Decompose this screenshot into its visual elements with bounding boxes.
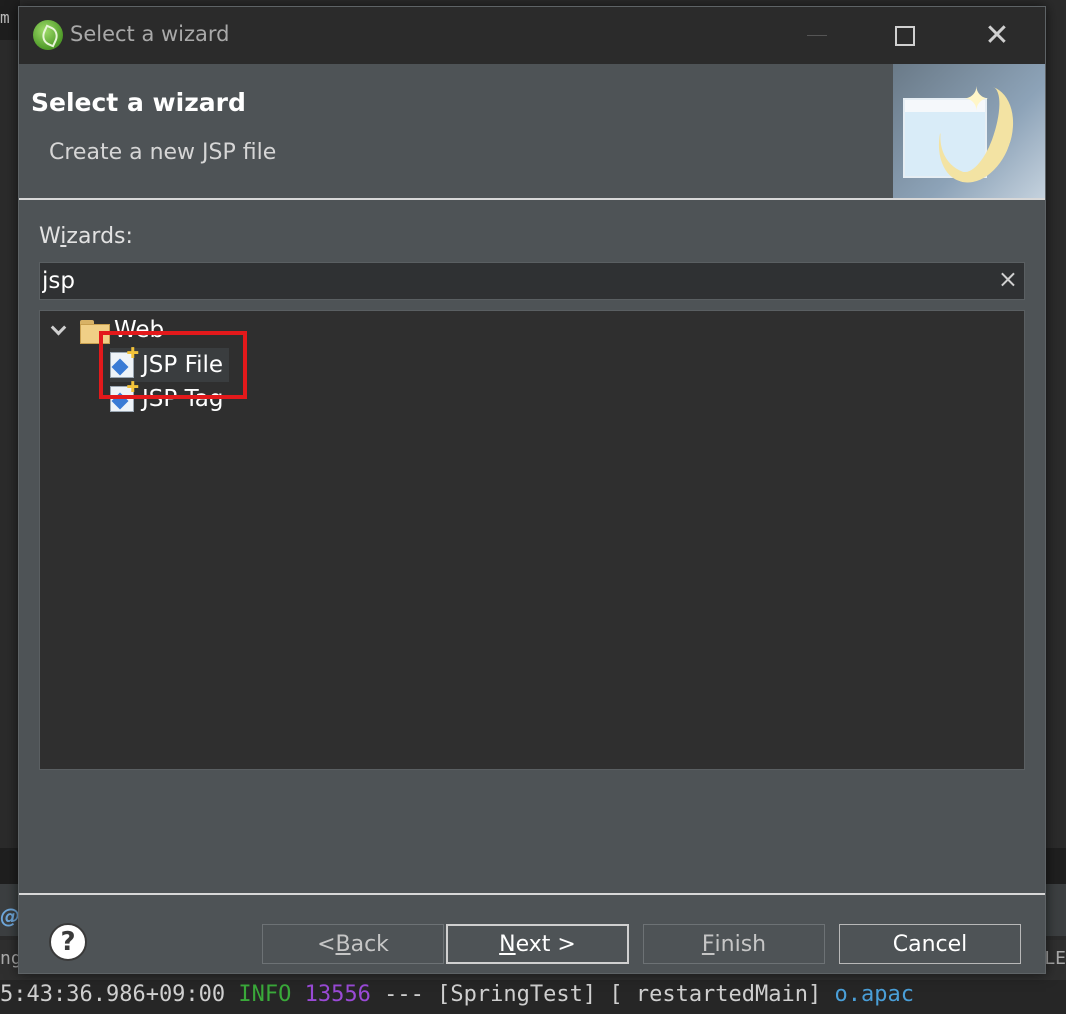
help-button[interactable]: ? xyxy=(49,923,87,961)
next-button[interactable]: Next > xyxy=(446,924,629,964)
select-wizard-dialog: Select a wizard ✕ Select a wizard Create… xyxy=(18,6,1046,974)
maximize-button[interactable] xyxy=(859,7,951,64)
minimize-button[interactable] xyxy=(771,7,863,64)
wizard-header: Select a wizard Create a new JSP file ✦ xyxy=(19,64,1045,199)
cancel-button[interactable]: Cancel xyxy=(839,924,1021,964)
console-log-line: 5:43:36.986+09:00 INFO 13556 --- [Spring… xyxy=(0,980,1066,1014)
log-app: [SpringTest] xyxy=(437,982,597,1007)
footer-divider xyxy=(19,893,1045,895)
window-title: Select a wizard xyxy=(70,22,230,46)
header-divider xyxy=(19,198,1045,200)
log-level: INFO xyxy=(238,982,292,1007)
chevron-down-icon[interactable] xyxy=(48,319,68,340)
maximize-icon xyxy=(895,25,915,46)
minimize-icon xyxy=(807,35,827,36)
log-logger: o.apac xyxy=(834,982,914,1007)
wizard-filter-field[interactable]: × xyxy=(39,262,1025,300)
back-button[interactable]: < Back xyxy=(262,924,444,964)
page-title: Select a wizard xyxy=(31,88,246,117)
page-description: Create a new JSP file xyxy=(49,140,277,165)
close-button[interactable]: ✕ xyxy=(951,7,1043,64)
help-icon: ? xyxy=(60,927,76,957)
wizards-label: Wizards: xyxy=(39,224,133,249)
annotation-highlight-box xyxy=(99,331,247,399)
clear-filter-icon[interactable]: × xyxy=(998,265,1018,293)
log-thread: [ restartedMain] xyxy=(609,982,822,1007)
wizard-filter-input[interactable] xyxy=(40,263,980,299)
background-editor-fragment: m xyxy=(0,0,20,40)
sparkle-icon: ✦ xyxy=(963,80,990,118)
log-separator: --- xyxy=(384,982,424,1007)
wizard-banner-image: ✦ xyxy=(893,64,1045,199)
finish-button[interactable]: Finish xyxy=(643,924,825,964)
spring-leaf-icon xyxy=(33,20,63,50)
background-at-icon: @ xyxy=(0,904,20,928)
title-bar[interactable]: Select a wizard ✕ xyxy=(19,7,1045,64)
log-timestamp: 5:43:36.986+09:00 xyxy=(0,982,226,1007)
log-pid: 13556 xyxy=(304,982,371,1007)
close-icon: ✕ xyxy=(984,18,1010,53)
